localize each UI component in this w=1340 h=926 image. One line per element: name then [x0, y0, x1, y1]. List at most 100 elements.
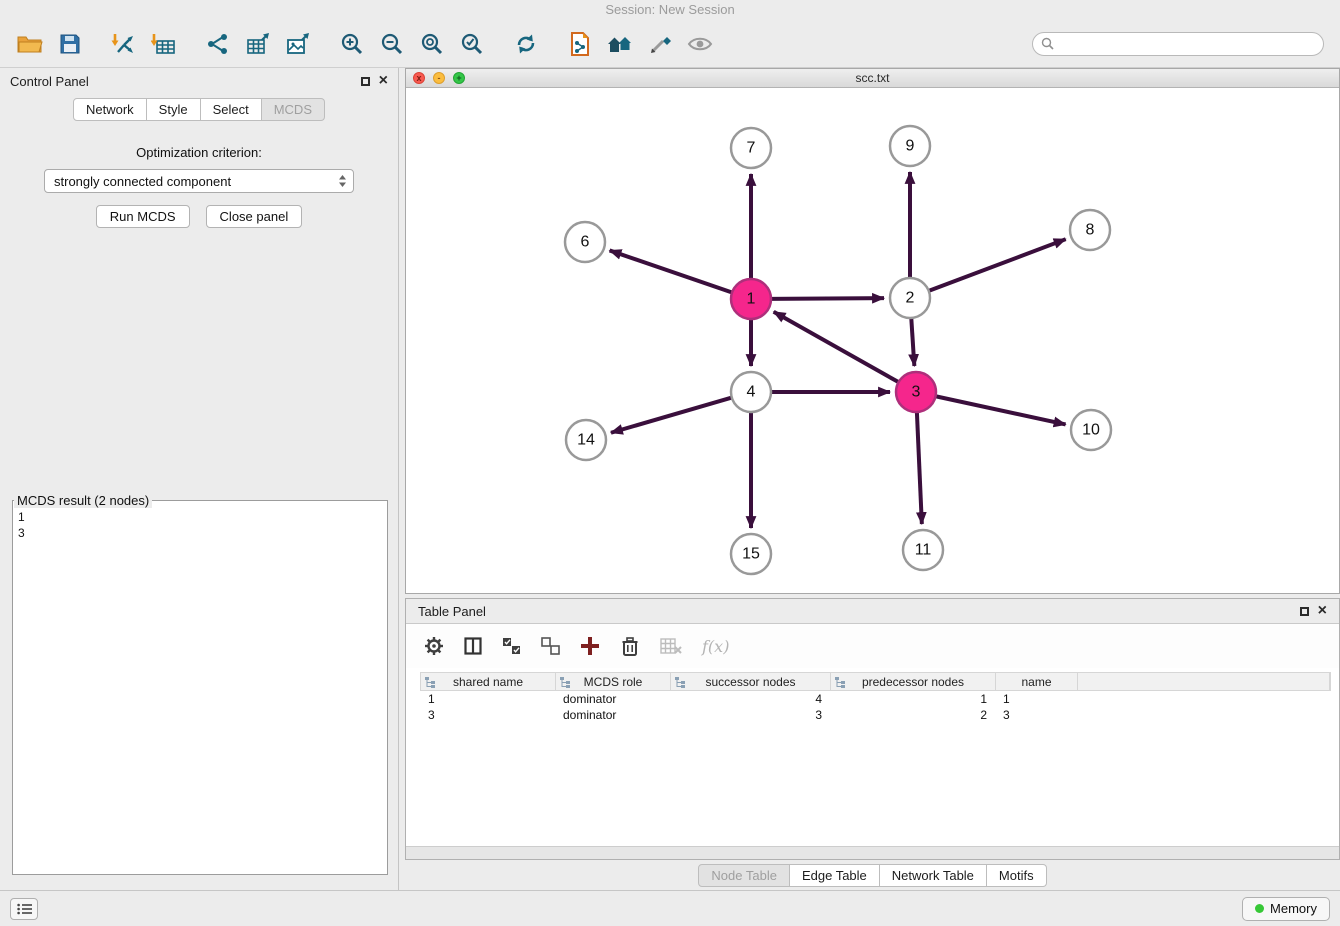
edge-4-14[interactable] [611, 398, 732, 433]
table-mode-button[interactable] [424, 636, 444, 656]
node-10[interactable]: 10 [1071, 410, 1111, 450]
column-tree-icon [425, 677, 436, 691]
cell-name[interactable]: 1 [995, 691, 1077, 707]
import-network-button[interactable] [104, 25, 144, 63]
zoom-window-button[interactable]: + [453, 72, 465, 84]
export-table-button[interactable] [238, 25, 278, 63]
save-session-button[interactable] [50, 25, 90, 63]
edge-1-6[interactable] [610, 250, 732, 292]
show-hide-details-button[interactable] [680, 25, 720, 63]
run-mcds-button[interactable]: Run MCDS [96, 205, 190, 228]
network-canvas[interactable]: 7 9 6 8 1 2 4 3 14 10 15 11 [406, 88, 1339, 592]
function-builder-button[interactable]: f(x) [702, 637, 729, 656]
table-header-row: shared name MCDS role successor nodes [420, 672, 1331, 691]
deselect-all-button[interactable] [541, 637, 560, 655]
plus-icon [580, 636, 600, 656]
format-columns-button[interactable] [464, 637, 482, 655]
float-table-panel-icon[interactable] [1300, 607, 1309, 616]
criterion-select[interactable]: strongly connected component [44, 169, 354, 193]
zoom-selected-button[interactable] [452, 25, 492, 63]
tab-motifs[interactable]: Motifs [987, 864, 1047, 887]
add-row-button[interactable] [580, 636, 600, 656]
network-window-titlebar[interactable]: x - + scc.txt [406, 69, 1339, 88]
houses-icon [606, 32, 634, 56]
search-input[interactable] [1059, 37, 1315, 51]
refresh-view-button[interactable] [506, 25, 546, 63]
optimization-criterion-label: Optimization criterion: [0, 145, 398, 160]
table-row[interactable]: 1 dominator 4 1 1 [420, 691, 1331, 707]
close-table-panel-icon[interactable]: × [1318, 603, 1327, 619]
node-11[interactable]: 11 [903, 530, 943, 570]
zoom-selected-icon [460, 32, 484, 56]
node-label: 14 [577, 432, 595, 449]
table-tabs: Node Table Edge Table Network Table Moti… [405, 864, 1340, 887]
node-2[interactable]: 2 [890, 278, 930, 318]
cell-name[interactable]: 3 [995, 707, 1077, 723]
tab-edge-table[interactable]: Edge Table [790, 864, 880, 887]
delete-row-button[interactable] [620, 636, 640, 657]
node-15[interactable]: 15 [731, 534, 771, 574]
annotations-button[interactable] [640, 25, 680, 63]
tab-select[interactable]: Select [201, 98, 262, 121]
edge-2-8[interactable] [929, 239, 1066, 291]
global-search[interactable] [1032, 32, 1324, 56]
cell-shared-name[interactable]: 1 [420, 691, 555, 707]
export-image-button[interactable] [278, 25, 318, 63]
open-file-button[interactable] [10, 25, 50, 63]
cell-mcds-role[interactable]: dominator [555, 707, 670, 723]
column-header-shared-name[interactable]: shared name [421, 673, 556, 690]
minimize-window-button[interactable]: - [433, 72, 445, 84]
cell-successor-nodes[interactable]: 4 [670, 691, 830, 707]
edge-1-2[interactable] [771, 298, 884, 299]
close-panel-button[interactable]: Close panel [206, 205, 303, 228]
new-network-button[interactable] [198, 25, 238, 63]
cell-successor-nodes[interactable]: 3 [670, 707, 830, 723]
column-header-mcds-role[interactable]: MCDS role [556, 673, 671, 690]
column-header-predecessor-nodes[interactable]: predecessor nodes [831, 673, 996, 690]
tab-mcds[interactable]: MCDS [262, 98, 325, 121]
zoom-fit-button[interactable] [412, 25, 452, 63]
control-panel-tabs: Network Style Select MCDS [0, 98, 398, 121]
tab-network-table[interactable]: Network Table [880, 864, 987, 887]
zoom-out-icon [380, 32, 404, 56]
refresh-icon [514, 32, 538, 56]
cell-predecessor-nodes[interactable]: 1 [830, 691, 995, 707]
cell-mcds-role[interactable]: dominator [555, 691, 670, 707]
cell-shared-name[interactable]: 3 [420, 707, 555, 723]
edge-3-11[interactable] [917, 412, 922, 524]
node-label: 15 [742, 546, 760, 563]
tab-style[interactable]: Style [147, 98, 201, 121]
column-header-successor-nodes[interactable]: successor nodes [671, 673, 831, 690]
select-all-button[interactable] [502, 637, 521, 655]
edge-2-3[interactable] [911, 318, 914, 366]
import-table-button[interactable] [144, 25, 184, 63]
node-8[interactable]: 8 [1070, 210, 1110, 250]
first-neighbors-button[interactable] [600, 25, 640, 63]
task-history-button[interactable] [10, 898, 38, 920]
close-panel-icon[interactable]: × [379, 73, 388, 89]
zoom-out-button[interactable] [372, 25, 412, 63]
node-14[interactable]: 14 [566, 420, 606, 460]
checked-boxes-icon [502, 637, 521, 655]
table-row[interactable]: 3 dominator 3 2 3 [420, 707, 1331, 723]
cell-predecessor-nodes[interactable]: 2 [830, 707, 995, 723]
close-window-button[interactable]: x [413, 72, 425, 84]
network-from-selection-button[interactable] [560, 25, 600, 63]
memory-label: Memory [1270, 901, 1317, 916]
tab-network[interactable]: Network [73, 98, 147, 121]
tab-node-table[interactable]: Node Table [698, 864, 790, 887]
node-6[interactable]: 6 [565, 222, 605, 262]
window-title: Session: New Session [0, 0, 1340, 20]
node-3[interactable]: 3 [896, 372, 936, 412]
edge-3-10[interactable] [936, 396, 1066, 424]
zoom-in-button[interactable] [332, 25, 372, 63]
delete-table-button[interactable] [660, 638, 682, 654]
node-7[interactable]: 7 [731, 128, 771, 168]
edge-3-1[interactable] [774, 312, 899, 382]
node-1[interactable]: 1 [731, 279, 771, 319]
node-4[interactable]: 4 [731, 372, 771, 412]
memory-button[interactable]: Memory [1242, 897, 1330, 921]
column-header-name[interactable]: name [996, 673, 1078, 690]
node-9[interactable]: 9 [890, 126, 930, 166]
float-panel-icon[interactable] [361, 77, 370, 86]
